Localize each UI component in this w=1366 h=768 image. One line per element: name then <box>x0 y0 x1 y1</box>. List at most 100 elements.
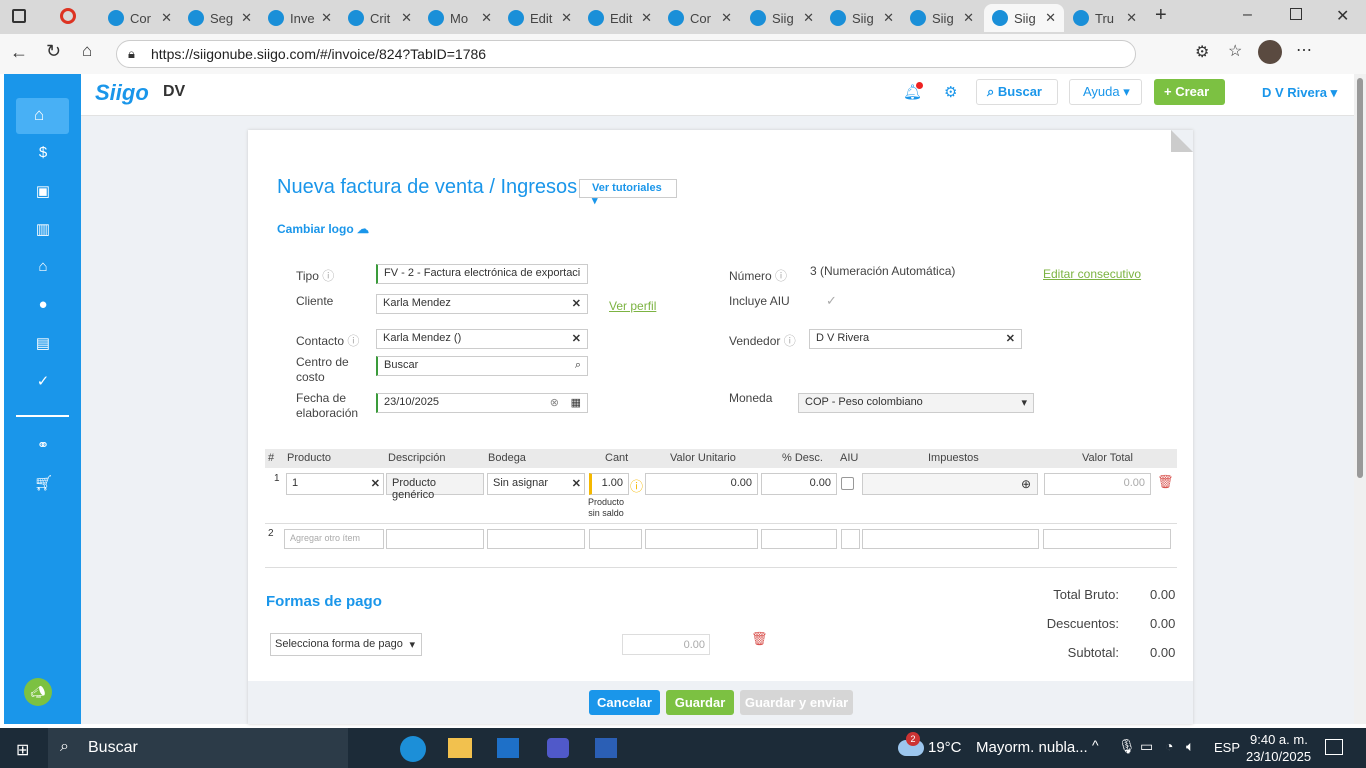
settings-icon[interactable]: ⚙ <box>944 83 957 101</box>
browser-tab[interactable]: Seg ✕ <box>180 4 260 32</box>
bodega-input[interactable]: Sin asignar ✕ <box>487 473 585 495</box>
close-tab-icon[interactable]: ✕ <box>161 10 172 26</box>
close-tab-icon[interactable]: ✕ <box>1126 10 1137 26</box>
browser-tab[interactable]: Siig ✕ <box>822 4 902 32</box>
browser-tab[interactable]: Edit ✕ <box>580 4 660 32</box>
sidebar-bank-icon[interactable]: ⌂ <box>34 258 52 275</box>
url-input[interactable]: https://siigonube.siigo.com/#/invoice/82… <box>116 40 1136 68</box>
sidebar-checklist-icon[interactable]: ✓ <box>34 372 52 390</box>
help-dropdown[interactable]: Ayuda ▾ <box>1069 79 1142 105</box>
page-scrollbar[interactable] <box>1354 74 1366 724</box>
browser-tab[interactable]: Cor ✕ <box>660 4 740 32</box>
aiu-row-checkbox[interactable] <box>841 477 854 490</box>
ver-perfil-link[interactable]: Ver perfil <box>609 299 656 313</box>
save-button[interactable]: Guardar <box>666 690 734 715</box>
save-send-button[interactable]: Guardar y enviar <box>740 690 853 715</box>
empty-cell[interactable] <box>645 529 758 549</box>
sidebar-money-icon[interactable]: $ <box>34 144 52 161</box>
empty-cell[interactable] <box>487 529 585 549</box>
user-menu[interactable]: D V Rivera ▾ <box>1262 85 1337 101</box>
delete-payment-icon[interactable]: 🗑︎ <box>751 631 768 647</box>
siigo-logo[interactable]: Siigo <box>95 80 149 106</box>
tipo-select[interactable]: FV - 2 - Factura electrónica de exportac… <box>376 264 588 284</box>
sidebar-item-home[interactable]: ⌂ <box>16 98 69 134</box>
close-tab-icon[interactable]: ✕ <box>401 10 412 26</box>
tray-chevron-icon[interactable]: ^ <box>1092 737 1099 753</box>
profile-avatar[interactable] <box>1258 40 1282 64</box>
contacto-input[interactable]: Karla Mendez () ✕ <box>376 329 588 349</box>
change-logo-link[interactable]: Cambiar logo ☁ <box>277 222 369 236</box>
back-icon[interactable]: ← <box>10 42 28 63</box>
close-tab-icon[interactable]: ✕ <box>321 10 332 26</box>
taxes-input[interactable]: ⊕ <box>862 473 1038 495</box>
quantity-input[interactable]: 1.00 <box>589 473 629 495</box>
clock-time[interactable]: 9:40 a. m. <box>1250 732 1308 747</box>
word-icon[interactable] <box>595 738 617 758</box>
close-window-icon[interactable]: ✕ <box>1336 6 1349 26</box>
close-tab-icon[interactable]: ✕ <box>1045 10 1056 26</box>
announcement-icon[interactable]: 📣︎ <box>24 678 52 706</box>
taskbar-search[interactable]: Buscar <box>48 728 348 768</box>
moneda-select[interactable]: COP - Peso colombiano ▾ <box>798 393 1034 413</box>
payment-method-select[interactable]: Selecciona forma de pago ▾ <box>270 633 422 656</box>
app-icon[interactable] <box>497 738 519 758</box>
empty-cell[interactable] <box>1043 529 1171 549</box>
tab-actions-icon[interactable] <box>12 9 26 23</box>
battery-icon[interactable]: ▭ <box>1140 738 1153 755</box>
product-input[interactable]: 1 ✕ <box>286 473 384 495</box>
close-tab-icon[interactable]: ✕ <box>241 10 252 26</box>
minimize-icon[interactable]: – <box>1243 6 1252 24</box>
browser-tab[interactable]: Siig ✕ <box>984 4 1064 32</box>
refresh-icon[interactable]: ↻ <box>46 41 61 62</box>
file-explorer-icon[interactable] <box>448 738 472 758</box>
more-icon[interactable]: ⋯ <box>1296 40 1312 60</box>
favorites-icon[interactable]: ☆ <box>1228 41 1242 61</box>
record-icon[interactable] <box>60 8 76 24</box>
centro-costo-input[interactable]: Buscar ⌕ <box>376 356 588 376</box>
sidebar-cart-icon[interactable]: 🛒︎ <box>34 474 53 492</box>
temperature[interactable]: 19°C <box>928 739 962 756</box>
empty-cell[interactable] <box>761 529 837 549</box>
extensions-icon[interactable]: ⚙ <box>1195 42 1209 62</box>
browser-tab[interactable]: Crit ✕ <box>340 4 420 32</box>
editar-consecutivo-link[interactable]: Editar consecutivo <box>1043 267 1141 281</box>
cancel-button[interactable]: Cancelar <box>589 690 660 715</box>
close-tab-icon[interactable]: ✕ <box>721 10 732 26</box>
aiu-checkbox[interactable]: ✓ <box>826 293 837 309</box>
create-button[interactable]: + Crear <box>1154 79 1225 105</box>
search-button[interactable]: ⌕ Buscar <box>976 79 1058 105</box>
close-tab-icon[interactable]: ✕ <box>803 10 814 26</box>
description-input[interactable]: Producto genérico <box>386 473 484 501</box>
clock-date[interactable]: 23/10/2025 <box>1246 749 1311 764</box>
browser-tab[interactable]: Cor ✕ <box>100 4 180 32</box>
close-tab-icon[interactable]: ✕ <box>481 10 492 26</box>
wifi-icon[interactable]: ◔ <box>1165 738 1173 754</box>
sidebar-briefcase-icon[interactable]: ▣ <box>34 182 52 200</box>
browser-tab[interactable]: Siig ✕ <box>902 4 982 32</box>
new-tab-icon[interactable]: + <box>1155 4 1167 27</box>
vendedor-input[interactable]: D V Rivera ✕ <box>809 329 1022 349</box>
sidebar-document-icon[interactable]: ▤ <box>34 334 52 352</box>
unit-price-input[interactable]: 0.00 <box>645 473 758 495</box>
close-tab-icon[interactable]: ✕ <box>883 10 894 26</box>
maximize-icon[interactable] <box>1290 8 1302 20</box>
add-item-input[interactable]: Agregar otro ítem <box>284 529 384 549</box>
browser-tab[interactable]: Edit ✕ <box>500 4 580 32</box>
teams-icon[interactable] <box>547 738 569 758</box>
delete-row-icon[interactable]: 🗑︎ <box>1157 474 1174 490</box>
language-indicator[interactable]: ESP <box>1214 740 1240 755</box>
close-tab-icon[interactable]: ✕ <box>641 10 652 26</box>
microphone-icon[interactable]: 🎙︎ <box>1118 738 1136 755</box>
fecha-input[interactable]: 23/10/2025 ⊗ ▦ <box>376 393 588 413</box>
weather-text[interactable]: Mayorm. nubla... <box>976 739 1088 756</box>
empty-cell[interactable] <box>386 529 484 549</box>
browser-tab[interactable]: Mo ✕ <box>420 4 500 32</box>
close-tab-icon[interactable]: ✕ <box>561 10 572 26</box>
empty-cell[interactable] <box>589 529 642 549</box>
edge-icon[interactable] <box>400 736 426 762</box>
cliente-input[interactable]: Karla Mendez ✕ <box>376 294 588 314</box>
tutorials-dropdown[interactable]: Ver tutoriales ▾ <box>579 179 677 207</box>
volume-icon[interactable]: 🔈︎ <box>1186 738 1194 755</box>
empty-cell[interactable] <box>841 529 860 549</box>
notifications-icon[interactable] <box>1325 739 1343 755</box>
